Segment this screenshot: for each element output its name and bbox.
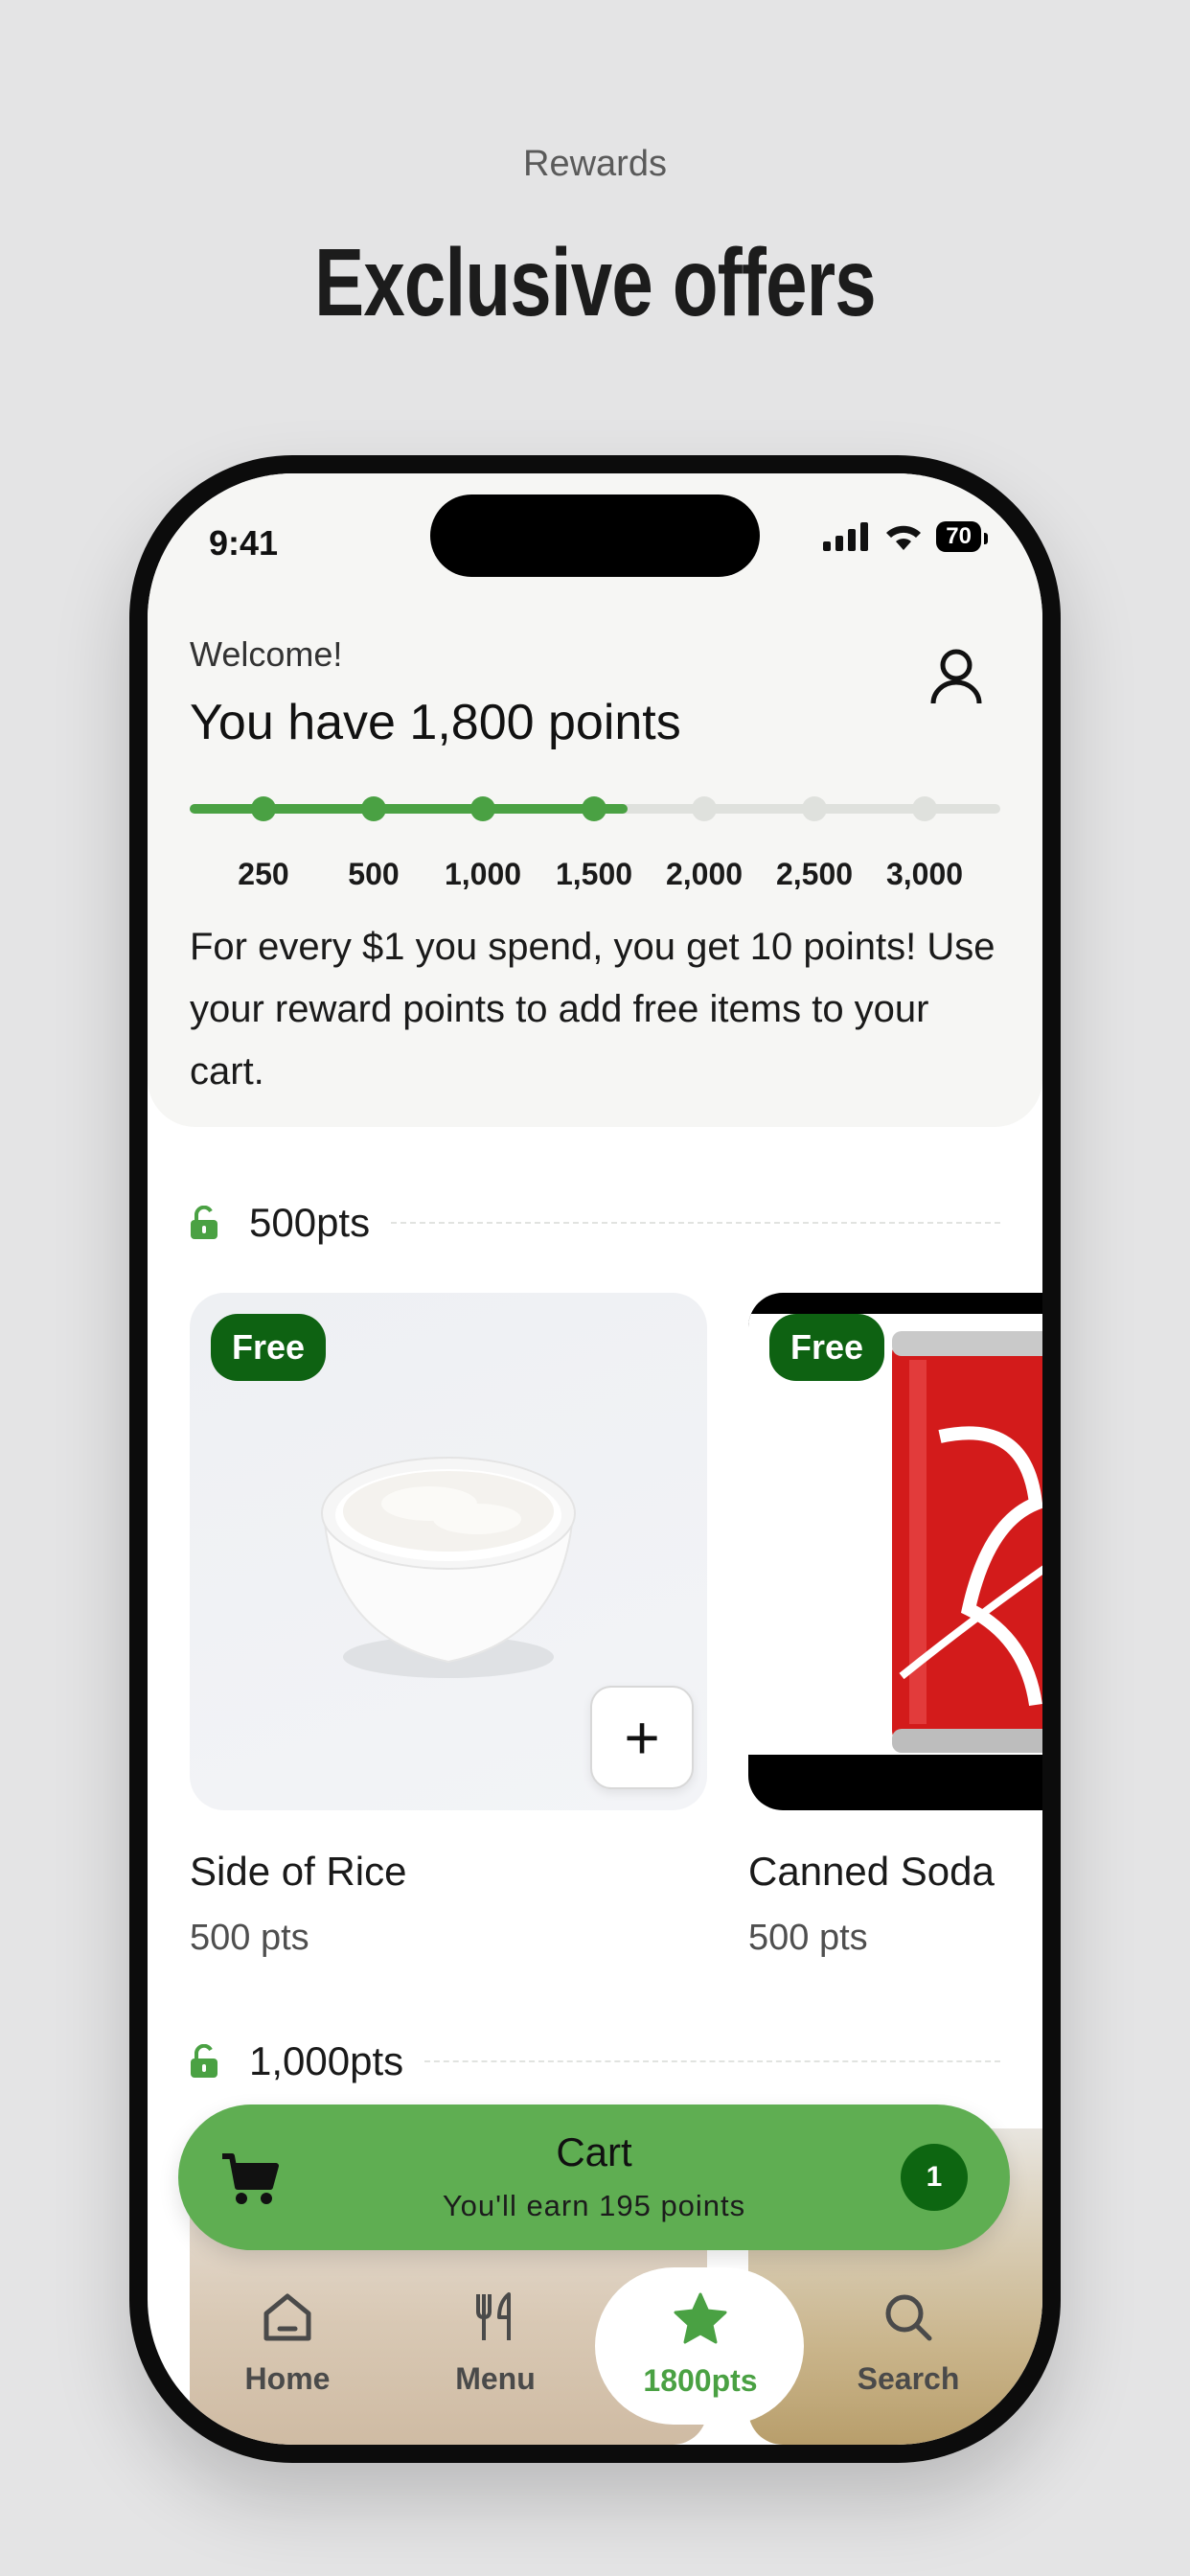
- welcome-text: Welcome!: [190, 634, 343, 674]
- points-balance: You have 1,800 points: [190, 695, 681, 750]
- profile-icon[interactable]: [927, 646, 985, 707]
- tab-home[interactable]: Home: [182, 2266, 393, 2419]
- section-label: 1,000pts: [249, 2038, 404, 2083]
- section-header-1000: 1,000pts: [190, 2038, 1000, 2084]
- tab-label: Search: [857, 2361, 960, 2396]
- milestone-label: 1,000: [444, 857, 522, 891]
- tab-menu[interactable]: Menu: [390, 2266, 601, 2419]
- milestone-dot: [802, 796, 827, 821]
- milestone-dot: [582, 796, 606, 821]
- tab-label: 1800pts: [643, 2363, 758, 2398]
- milestone-label: 250: [238, 857, 289, 891]
- cart-count-badge: 1: [901, 2144, 968, 2211]
- points-header: 9:41 70 Welcome! You have 1,800 points 2…: [148, 473, 1042, 1127]
- app-screen: 9:41 70 Welcome! You have 1,800 points 2…: [148, 473, 1042, 2445]
- add-to-cart-button[interactable]: +: [590, 1686, 694, 1789]
- points-progress-track: [190, 796, 1000, 821]
- item-cost: 500 pts: [748, 1918, 868, 1958]
- search-icon: [885, 2294, 932, 2341]
- reward-item-card[interactable]: Free + Side of Rice 500 pts: [190, 1293, 707, 1958]
- phone-frame: 9:41 70 Welcome! You have 1,800 points 2…: [129, 455, 1061, 2463]
- milestone-dot: [692, 796, 717, 821]
- star-icon: [674, 2292, 727, 2344]
- milestone-dot: [470, 796, 495, 821]
- tab-search[interactable]: Search: [803, 2266, 1014, 2419]
- unlock-icon: [191, 2044, 217, 2078]
- tab-label: Menu: [455, 2361, 536, 2396]
- cart-earn-text: You'll earn 195 points: [442, 2189, 746, 2222]
- unlock-icon: [191, 1206, 217, 1239]
- rewards-description: For every $1 you spend, you get 10 point…: [190, 926, 995, 1092]
- item-name: Side of Rice: [190, 1849, 407, 1894]
- milestone-label: 2,500: [775, 857, 854, 891]
- dynamic-island: [430, 494, 760, 577]
- milestone-label: 1,500: [555, 857, 633, 891]
- item-name: Canned Soda: [748, 1849, 995, 1894]
- home-icon: [263, 2293, 311, 2341]
- status-icons: 70: [823, 521, 988, 552]
- milestone-label: 3,000: [885, 857, 964, 891]
- cart-bar[interactable]: Cart You'll earn 195 points 1: [178, 2104, 1010, 2250]
- free-badge: Free: [769, 1314, 885, 1381]
- cart-title: Cart: [556, 2129, 632, 2174]
- section-label: 500pts: [249, 1200, 371, 1245]
- tab-bar: Home Menu 1800pts Search: [148, 2266, 1042, 2445]
- marketing-subtitle: Rewards: [523, 144, 667, 184]
- section-divider: [391, 1222, 1000, 1224]
- marketing-title: Exclusive offers: [314, 229, 877, 336]
- section-header-500: 500pts: [190, 1200, 1000, 1246]
- milestone-label: 500: [348, 857, 400, 891]
- wifi-icon: [886, 525, 922, 550]
- free-badge: Free: [211, 1314, 327, 1381]
- status-time: 9:41: [209, 523, 279, 563]
- milestone-dot: [251, 796, 276, 821]
- cellular-signal-icon: [823, 522, 869, 551]
- fork-knife-icon: [476, 2292, 511, 2340]
- milestone-dot: [361, 796, 386, 821]
- section-divider: [424, 2060, 1000, 2062]
- milestone-dot: [912, 796, 937, 821]
- reward-item-card[interactable]: Free Canned Soda 500 pts: [748, 1293, 1042, 1958]
- item-image: Free +: [190, 1293, 707, 1810]
- item-cost: 500 pts: [190, 1918, 309, 1958]
- tab-label: Home: [244, 2361, 331, 2396]
- battery-indicator: 70: [936, 521, 988, 552]
- item-image: Free: [748, 1293, 1042, 1810]
- milestone-label: 2,000: [665, 857, 744, 891]
- tab-rewards[interactable]: 1800pts: [595, 2267, 804, 2425]
